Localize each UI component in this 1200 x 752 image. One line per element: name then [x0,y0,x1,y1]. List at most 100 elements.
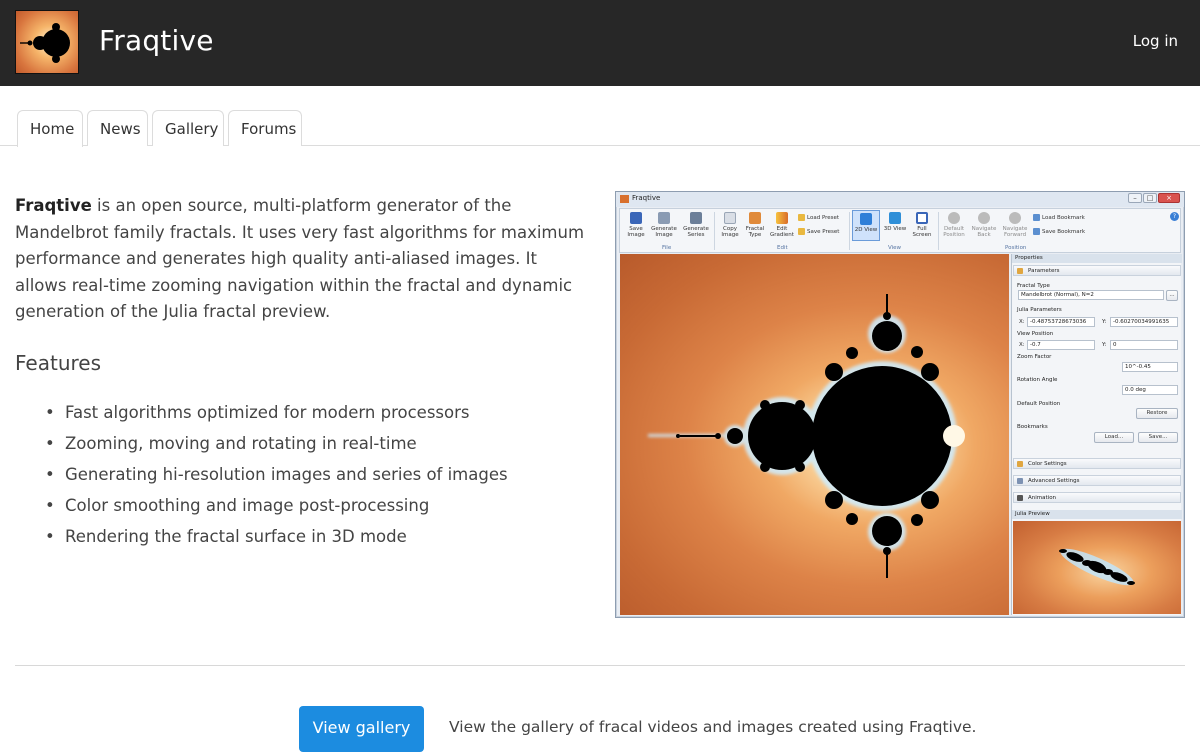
close-icon: × [1158,193,1180,203]
section-divider [15,665,1185,666]
ribbon-group-label: Position [1005,245,1027,251]
load-bookmarks-button: Load... [1094,432,1134,443]
app-screenshot: Fraqtive – □ × Save Image Generate Image… [615,191,1185,618]
copy-image-button: Copy Image [716,212,744,238]
view-gallery-button[interactable]: View gallery [299,706,424,752]
julia-y-label: Y: [1102,319,1107,325]
features-list: Fast algorithms optimized for modern pro… [45,397,508,552]
list-item: Zooming, moving and rotating in real-tim… [45,428,508,459]
save-image-button: Save Image [622,212,650,238]
2d-view-button: 2D View [852,210,880,241]
restore-button: Restore [1136,408,1178,419]
play-icon [1017,495,1023,501]
list-item: Generating hi-resolution images and seri… [45,459,508,490]
animation-section: Animation [1013,492,1181,503]
default-position-button: Default Position [940,212,968,238]
copy-icon [724,212,736,224]
bookmark-icon [1033,214,1040,221]
pos-x-field: -0.7 [1027,340,1095,350]
tab-forums[interactable]: Forums [228,110,302,146]
properties-panel: Properties Parameters Fractal Type Mande… [1011,254,1182,615]
gradient-icon [776,212,788,224]
full-screen-button: Full Screen [908,212,936,238]
maximize-icon: □ [1143,193,1157,203]
list-item: Fast algorithms optimized for modern pro… [45,397,508,428]
rotation-angle-field: 0.0 deg [1122,385,1178,395]
square-icon [860,213,872,225]
fullscreen-icon [916,212,928,224]
tab-news[interactable]: News [87,110,148,146]
save-bookmark-button: Save Bookmark [1033,228,1085,235]
color-settings-section: Color Settings [1013,458,1181,469]
bookmarks-label: Bookmarks [1017,424,1048,430]
mandelbrot-view [620,254,1009,615]
generate-series-button: Generate Series [682,212,710,238]
help-icon: ? [1170,212,1179,221]
save-preset-button: Save Preset [798,228,839,235]
intro-product-name: Fraqtive [15,196,92,215]
settings-icon [1017,478,1023,484]
site-header: Fraqtive Log in [0,0,1200,86]
parameters-icon [1017,268,1023,274]
edit-gradient-button: Edit Gradient [768,212,796,238]
tab-gallery[interactable]: Gallery [152,110,224,146]
browse-button: ... [1166,290,1178,301]
site-title[interactable]: Fraqtive [99,24,214,57]
save-bookmarks-button: Save... [1138,432,1178,443]
fractal-type-button: Fractal Type [741,212,769,238]
zoom-factor-field: 10^-0.45 [1122,362,1178,372]
palette-icon [1017,461,1023,467]
julia-y-field: -0.60270034991635 [1110,317,1178,327]
series-icon [690,212,702,224]
pos-y-field: 0 [1110,340,1178,350]
load-preset-button: Load Preset [798,214,839,221]
fraqtive-logo-icon[interactable] [15,10,79,74]
cube-icon [889,212,901,224]
julia-parameters-label: Julia Parameters [1017,307,1062,313]
intro-paragraph: Fraqtive is an open source, multi-platfo… [15,193,590,326]
zoom-factor-label: Zoom Factor [1017,354,1052,360]
advanced-settings-section: Advanced Settings [1013,475,1181,486]
ribbon-group-label: File [662,245,672,251]
back-icon [978,212,990,224]
julia-preview-image [1013,521,1181,614]
list-item: Color smoothing and image post-processin… [45,490,508,521]
bookmark-icon [1033,228,1040,235]
fractal-type-field: Mandelbrot (Normal), N=2 [1018,290,1164,300]
view-position-label: View Position [1017,331,1054,337]
3d-view-button: 3D View [881,212,909,232]
window-title: Fraqtive [632,194,661,202]
default-position-label: Default Position [1017,401,1061,407]
login-link[interactable]: Log in [1133,32,1178,50]
fractal-icon [749,212,761,224]
features-heading: Features [15,351,101,375]
minimize-icon: – [1128,193,1142,203]
properties-title: Properties [1012,254,1182,263]
image-icon [658,212,670,224]
ribbon-group-label: Edit [777,245,788,251]
parameters-section: Parameters [1013,265,1181,276]
julia-preview-title: Julia Preview [1012,510,1182,519]
app-icon [620,195,629,203]
list-item: Rendering the fractal surface in 3D mode [45,521,508,552]
folder-icon [798,228,805,235]
load-bookmark-button: Load Bookmark [1033,214,1085,221]
fractal-type-label: Fractal Type [1017,283,1050,289]
tab-home[interactable]: Home [17,110,83,147]
rotation-angle-label: Rotation Angle [1017,377,1058,383]
gallery-description: View the gallery of fracal videos and im… [449,718,977,736]
pos-y-label: Y: [1102,342,1107,348]
forward-icon [1009,212,1021,224]
window-titlebar: Fraqtive – □ × [616,192,1184,207]
home-icon [948,212,960,224]
julia-x-field: -0.48753728673036 [1027,317,1095,327]
floppy-icon [630,212,642,224]
nav-tabs: Home News Gallery Forums [0,86,1200,147]
navigate-forward-button: Navigate Forward [1001,212,1029,238]
pos-x-label: X: [1019,342,1025,348]
julia-x-label: X: [1019,319,1025,325]
intro-text: is an open source, multi-platform genera… [15,196,585,321]
generate-image-button: Generate Image [650,212,678,238]
folder-icon [798,214,805,221]
ribbon-toolbar: Save Image Generate Image Generate Serie… [619,208,1181,253]
